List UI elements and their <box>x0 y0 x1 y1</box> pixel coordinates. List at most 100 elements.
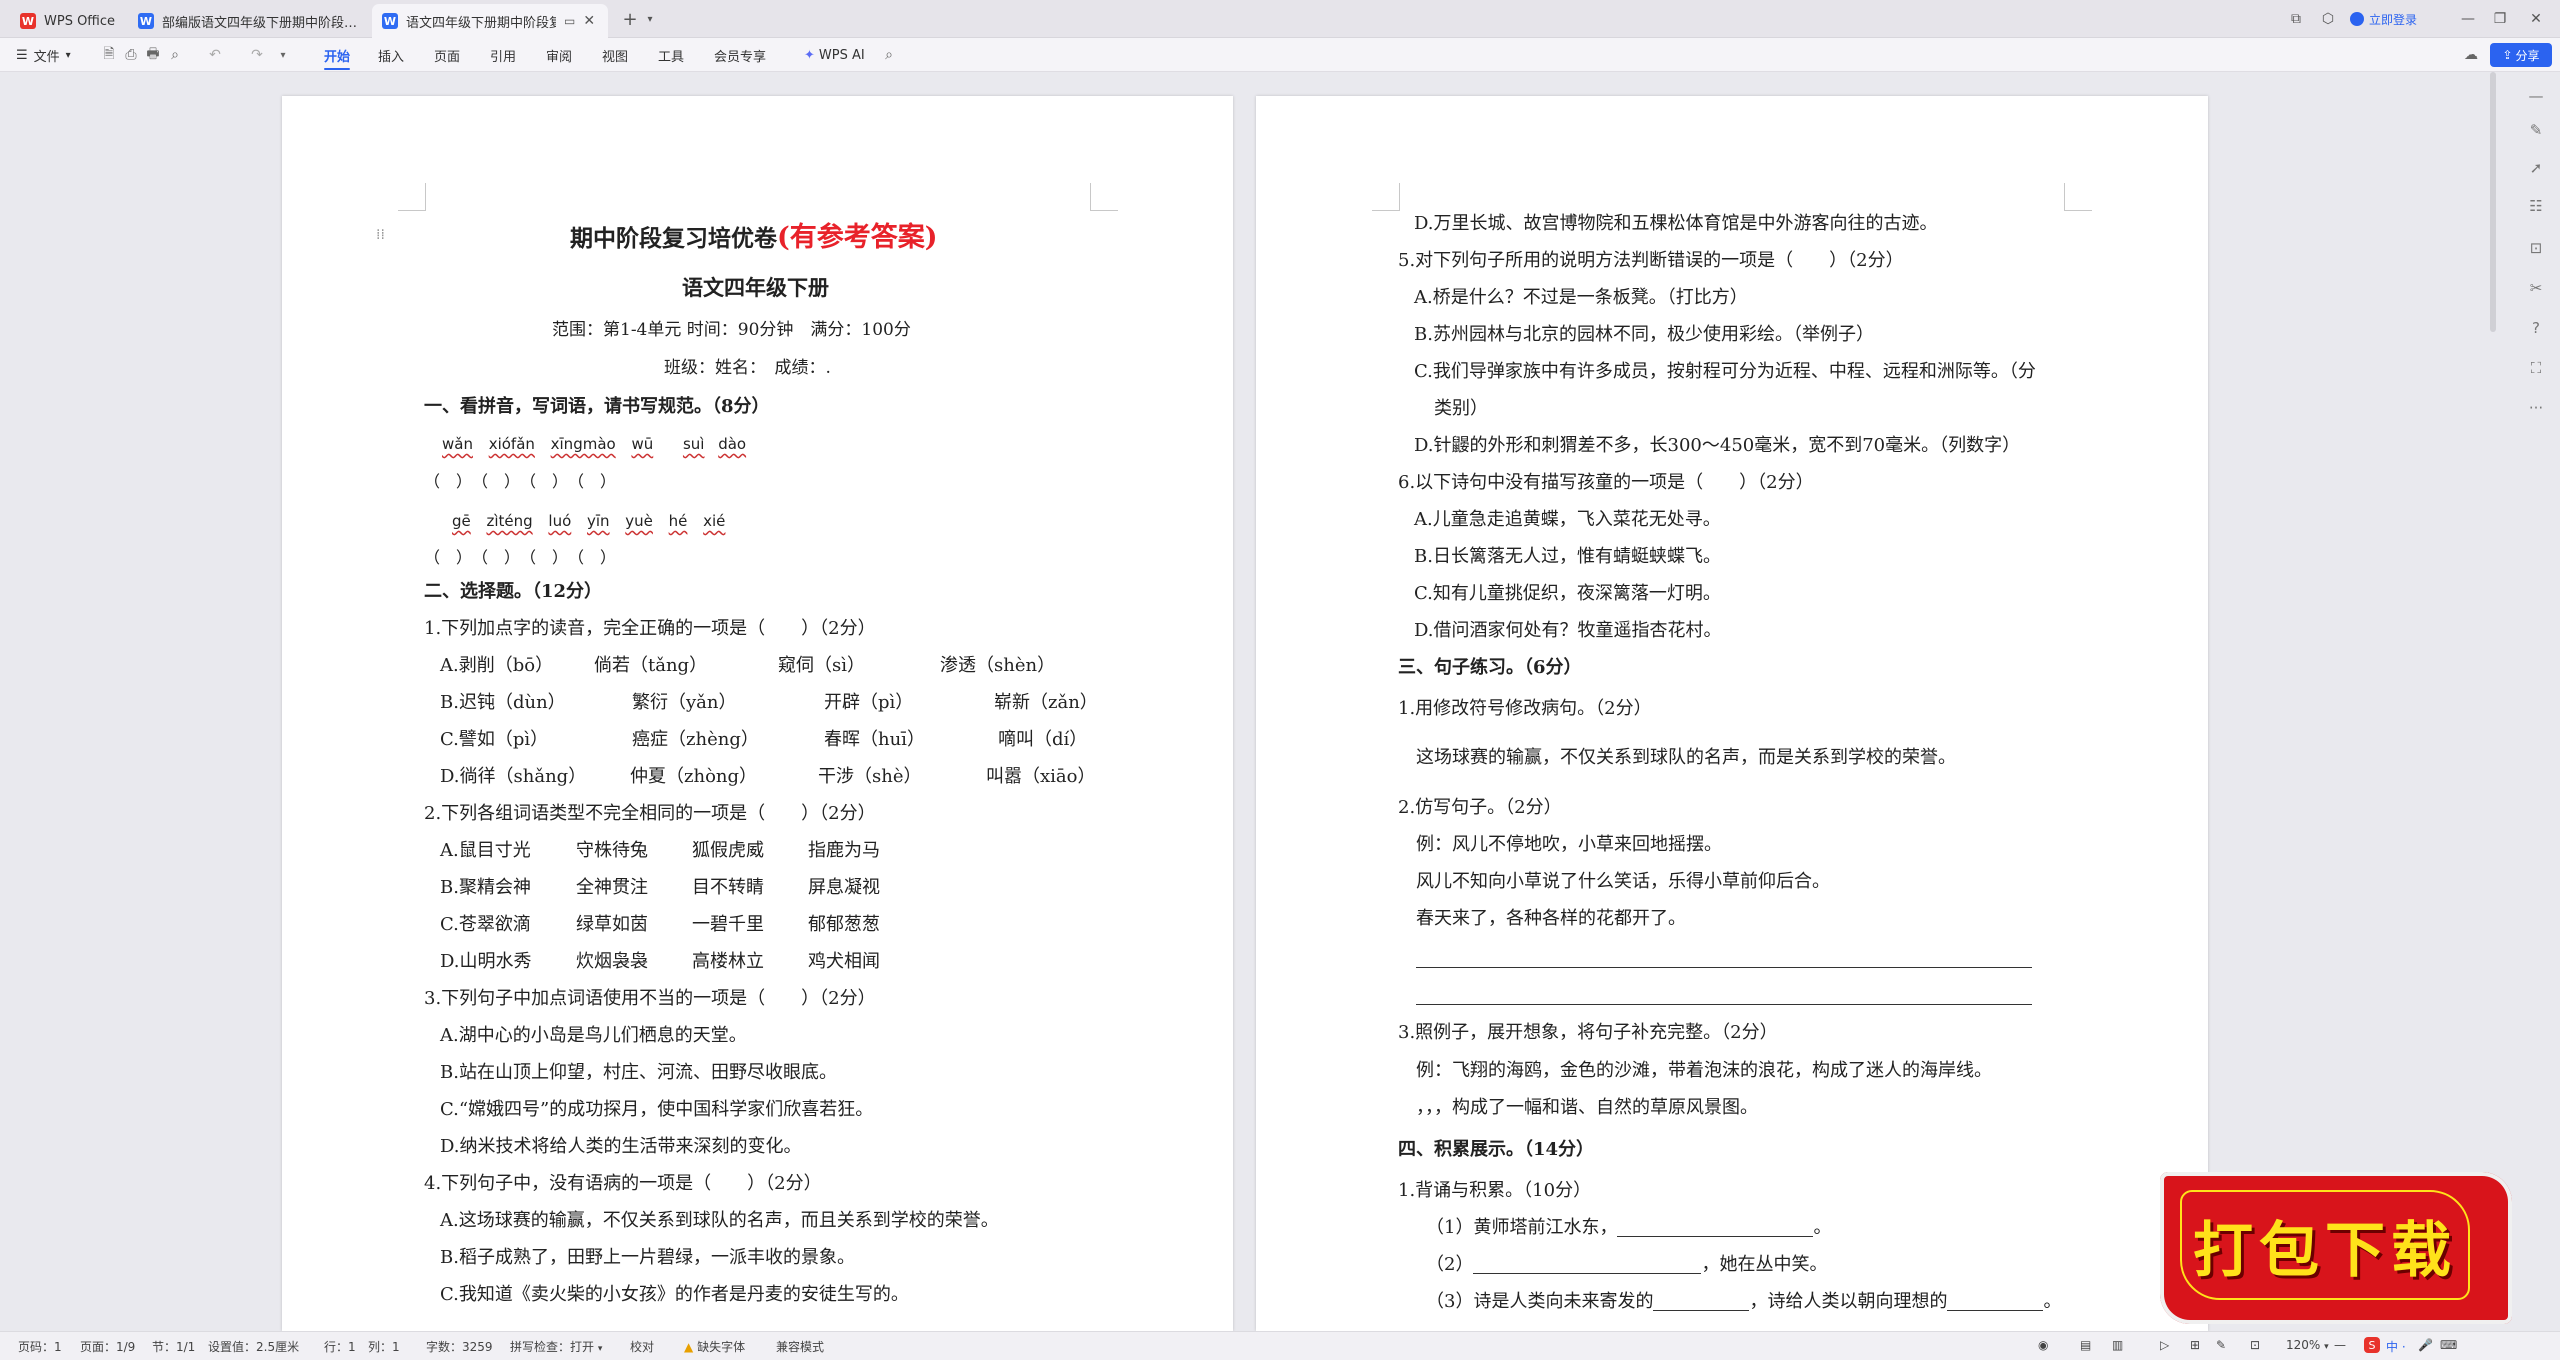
menu-view[interactable]: 视图 <box>602 38 628 72</box>
ime-status[interactable]: 中 · <box>2386 1338 2406 1355</box>
status-col[interactable]: 列：1 <box>368 1338 400 1355</box>
tab-doc-1[interactable]: W 部编版语文四年级下册期中阶段复习 <box>128 4 368 38</box>
share-label: 分享 <box>2515 48 2540 63</box>
example: 例：风儿不停地吹，小草来回地摇摆。 <box>1416 834 1722 855</box>
redo-icon[interactable]: ↷ <box>246 44 268 66</box>
plus-icon[interactable]: + <box>620 9 640 30</box>
chevron-down-icon[interactable]: ▾ <box>272 44 294 66</box>
blank-underline[interactable] <box>1947 1310 2044 1311</box>
chevron-down-icon: ▾ <box>2324 1342 2329 1352</box>
login-button[interactable]: 立即登录 <box>2350 9 2417 29</box>
minimize-icon[interactable]: — <box>2458 9 2478 29</box>
tools-icon[interactable]: ✂ <box>2524 276 2548 300</box>
close-icon[interactable]: ✕ <box>2526 9 2546 29</box>
blank-underline[interactable] <box>1653 1310 1750 1311</box>
blank-suffix: 。 <box>1813 1217 1832 1238</box>
option: 叫嚣（xiāo） <box>986 766 1096 787</box>
fit-icon[interactable]: ⊡ <box>2250 1338 2260 1352</box>
pen-icon[interactable]: ✎ <box>2524 118 2548 142</box>
cube-icon[interactable]: ⬡ <box>2318 9 2338 29</box>
blank-underline[interactable] <box>1617 1236 1814 1237</box>
answer-line[interactable] <box>1416 1004 2032 1005</box>
hamburger-icon: ☰ <box>16 47 28 63</box>
menu-member[interactable]: 会员专享 <box>714 38 766 72</box>
briefcase-icon[interactable]: ⛶ <box>2524 356 2548 380</box>
blank-prefix: （1）黄师塔前江水东， <box>1426 1217 1618 1238</box>
ime-logo-icon[interactable]: S <box>2364 1337 2380 1353</box>
share-button[interactable]: ⇪ 分享 <box>2490 43 2552 67</box>
undo-icon[interactable]: ↶ <box>204 44 226 66</box>
chevron-down-icon[interactable]: ▾ <box>642 9 658 29</box>
search-icon[interactable]: ⌕ <box>878 44 900 66</box>
restore-icon[interactable]: ❐ <box>2490 9 2510 29</box>
image-icon[interactable]: ⊡ <box>2524 236 2548 260</box>
minus-icon[interactable]: — <box>2524 84 2548 108</box>
option: 癌症（zhèng） <box>632 729 759 750</box>
menu-page[interactable]: 页面 <box>434 38 460 72</box>
scrollbar-thumb[interactable] <box>2490 72 2496 332</box>
wps-ai-label: WPS AI <box>818 47 865 63</box>
file-menu[interactable]: ☰ 文件 ▾ <box>16 38 71 72</box>
option: 崭新（zǎn） <box>994 692 1098 713</box>
status-page[interactable]: 页码：1 <box>18 1338 62 1355</box>
wps-ai-button[interactable]: ✦ WPS AI <box>804 38 865 72</box>
cursor-icon[interactable]: ➚ <box>2524 156 2548 180</box>
status-zoom[interactable]: 120% ▾ <box>2286 1338 2329 1352</box>
print-preview-icon[interactable]: ⌕ <box>164 44 186 66</box>
option: 郁郁葱葱 <box>808 914 880 935</box>
option: B.日长篱落无人过，惟有蜻蜓蛱蝶飞。 <box>1414 546 1721 567</box>
pinyin: suì <box>682 435 705 453</box>
pen-mode-icon[interactable]: ✎ <box>2216 1338 2226 1352</box>
option: B.稻子成熟了，田野上一片碧绿，一派丰收的景象。 <box>440 1247 855 1268</box>
status-row[interactable]: 行：1 <box>324 1338 356 1355</box>
outline-view-icon[interactable]: ▥ <box>2112 1338 2123 1352</box>
status-setting[interactable]: 设置值：2.5厘米 <box>208 1338 299 1355</box>
menu-review[interactable]: 审阅 <box>546 38 572 72</box>
mic-icon[interactable]: 🎤 <box>2418 1338 2433 1352</box>
status-words[interactable]: 字数：3259 <box>426 1338 493 1355</box>
window-icon[interactable]: ⧉ <box>2286 9 2306 29</box>
status-spellcheck[interactable]: 拼写检查：打开 ▾ <box>510 1338 602 1355</box>
status-compat[interactable]: 兼容模式 <box>776 1338 824 1355</box>
option: A.湖中心的小岛是鸟儿们栖息的天堂。 <box>440 1025 747 1046</box>
cloud-icon[interactable]: ☁ <box>2460 44 2482 66</box>
option: C.苍翠欲滴 <box>440 914 531 935</box>
answer-line[interactable] <box>1416 967 2032 968</box>
menu-home[interactable]: 开始 <box>324 38 351 72</box>
pinyin: xié <box>703 512 726 530</box>
blank-underline[interactable] <box>1473 1273 1702 1274</box>
crop-mark <box>398 183 426 211</box>
close-tab-icon[interactable]: ✕ <box>583 13 595 29</box>
status-missing-font[interactable]: ▲ 缺失字体 <box>684 1338 745 1355</box>
keyboard-icon[interactable]: ⌨ <box>2440 1338 2457 1352</box>
help-icon[interactable]: ? <box>2524 316 2548 340</box>
option: C.知有儿童挑促织，夜深篱落一灯明。 <box>1414 583 1721 604</box>
drag-handle-icon[interactable]: ⁞⁞ <box>376 227 385 243</box>
menu-insert[interactable]: 插入 <box>378 38 404 72</box>
menu-tools[interactable]: 工具 <box>658 38 684 72</box>
download-badge[interactable]: 打包下载 <box>2160 1172 2512 1324</box>
screen-icon[interactable]: ▭ <box>564 14 575 28</box>
chevron-down-icon: ▾ <box>597 1344 603 1354</box>
adjust-icon[interactable]: ☷ <box>2524 194 2548 218</box>
eye-icon[interactable]: ◉ <box>2038 1338 2048 1352</box>
status-section[interactable]: 节：1/1 <box>152 1338 195 1355</box>
print-icon[interactable]: 🖶 <box>142 44 164 66</box>
export-icon[interactable]: ⎙ <box>120 44 142 66</box>
status-proof[interactable]: 校对 <box>630 1338 654 1355</box>
page-view-icon[interactable]: ▤ <box>2080 1338 2091 1352</box>
status-pages[interactable]: 页面：1/9 <box>80 1338 135 1355</box>
tab-wps-home[interactable]: W WPS Office <box>10 4 140 38</box>
play-icon[interactable]: ▷ <box>2160 1338 2169 1352</box>
read-icon[interactable]: ⊞ <box>2190 1338 2200 1352</box>
save-icon[interactable]: 🗎 <box>98 44 120 66</box>
tab-doc-2[interactable]: W 语文四年级下册期中阶段复习 ▭ ✕ <box>372 4 608 38</box>
wps-logo-icon: W <box>20 13 36 29</box>
spellcheck-label: 拼写检查：打开 <box>510 1340 595 1354</box>
more-icon[interactable]: ··· <box>2524 396 2548 420</box>
question: 1.下列加点字的读音，完全正确的一项是（ ）（2分） <box>424 618 876 639</box>
zoom-out-icon[interactable]: — <box>2334 1338 2346 1352</box>
blank-prefix: （3）诗是人类向未来寄发的 <box>1426 1291 1654 1312</box>
sentence: 春天来了，各种各样的花都开了。 <box>1416 908 1686 929</box>
menu-reference[interactable]: 引用 <box>490 38 516 72</box>
